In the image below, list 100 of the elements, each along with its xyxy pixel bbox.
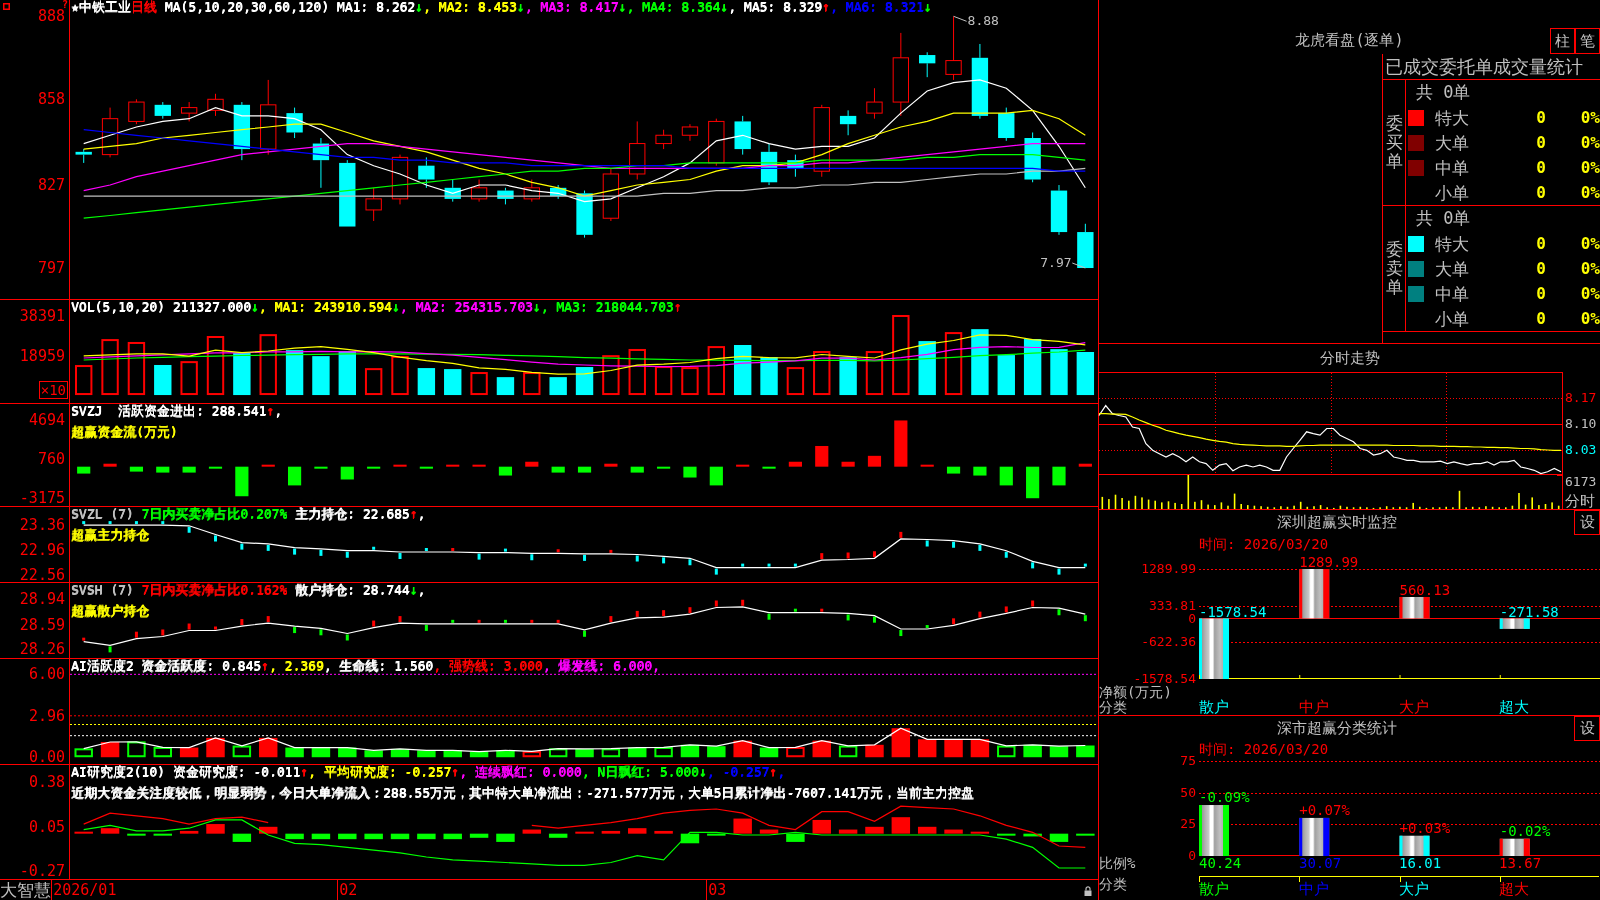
candlestick [602, 167, 620, 222]
value-label: -271.58 [1499, 604, 1559, 619]
legend-text: 日线 [130, 0, 157, 14]
panel-title: 分时走势 [1318, 348, 1381, 369]
period-label: 分时 [1564, 493, 1595, 509]
category-label: 超大 [1499, 882, 1529, 897]
order-percent: 0% [1579, 183, 1600, 202]
price-axis-label: 8.10 [1565, 416, 1597, 431]
legend-text: , 平均研究度: -0.257 [308, 765, 452, 779]
axis-label: 1289.99 [1141, 563, 1196, 575]
net-amount-bar [1499, 618, 1530, 629]
legend-text: , MA4: 8.364 [626, 0, 721, 14]
panel-title: 深圳超赢实时监控 [1275, 512, 1398, 533]
legend-text: , MA6: 8.321 [829, 0, 924, 14]
axis-label: 0.00 [28, 749, 65, 765]
axis-label: 0 [1188, 612, 1196, 625]
legend-text: , MA1: 243910.594 [258, 300, 392, 314]
candlestick [444, 179, 461, 203]
candlestick [760, 143, 778, 186]
legend-text: SVZL (7) [71, 507, 134, 521]
chart-subtitle: 时间: 2026/03/20 [1198, 535, 1330, 553]
axis-label: 23.36 [19, 517, 65, 532]
date-label: 2026/01 [51, 880, 117, 900]
legend-text: 近期大资金关注度较低，明显弱势，今日大单净流入：288.55万元，其中特大单净流出：-271.577万元，大单5日累计净出-7607.141万元，当前主力控盘 [71, 786, 974, 800]
leader-line [1071, 262, 1086, 269]
axis-label: -0.27 [19, 863, 65, 879]
view-button[interactable]: 笔 [1575, 28, 1600, 54]
chart-subtitle: 时间: 2026/03/20 [1198, 741, 1330, 758]
axis-label: 888 [37, 8, 65, 24]
settings-button[interactable]: 设 [1574, 510, 1600, 535]
view-button[interactable]: 柱 [1550, 28, 1575, 54]
value-label: -1578.54 [1199, 604, 1267, 619]
lock-icon [1084, 886, 1092, 896]
candlestick [576, 190, 593, 239]
square-icon [3, 3, 10, 10]
legend-text: , MA3: 8.417 [524, 0, 619, 14]
axis-title: 分类 [1099, 700, 1127, 715]
legend-text: 散户持仓: 28.744 [287, 583, 410, 597]
candlestick [286, 107, 303, 139]
candlestick [998, 107, 1015, 142]
legend-text: , 强势线: 3.000 [433, 659, 543, 673]
candlestick [1077, 223, 1094, 269]
legend-text: ★中铁工业 [71, 0, 131, 14]
axis-label: 28.26 [19, 641, 65, 657]
category-label: 大户 [1399, 882, 1429, 897]
leader-line [953, 15, 968, 22]
candlestick [839, 109, 857, 136]
value-label: 30.07 [1299, 856, 1342, 871]
axis-label: 760 [37, 451, 65, 467]
axis-label: -1578.54 [1133, 673, 1196, 685]
order-total: 共 0单 [1415, 81, 1472, 104]
value-label: 40.24 [1199, 856, 1242, 871]
axis-label: 50 [1180, 786, 1196, 799]
axis-label: 25 [1180, 818, 1196, 831]
settings-button[interactable]: 设 [1574, 716, 1600, 741]
legend-text: , MA2: 8.453 [422, 0, 517, 14]
group-label: 委卖单 [1385, 240, 1403, 297]
legend-text: , MA5: 8.329 [728, 0, 823, 14]
legend-text: 超赢主力持仓 [71, 528, 149, 542]
legend-text: AI研究度2(10) 资金研究度: -0.011 [71, 765, 301, 779]
legend-text: , MA2: 254315.703 [399, 300, 533, 314]
candlestick [919, 51, 936, 78]
order-size-label: 特大 [1434, 233, 1470, 254]
candlestick [365, 187, 382, 222]
table-title: 已成交委托单成交量统计 [1383, 54, 1600, 80]
axis-label: 18959 [19, 348, 65, 364]
legend-text: AI活跃度2 资金活跃度: 0.845 [71, 659, 262, 673]
value-label: 16.01 [1399, 856, 1442, 871]
category-label: 散户 [1199, 882, 1229, 897]
candlestick [391, 154, 409, 205]
legend-text: , 生命线: 1.560 [323, 659, 434, 673]
category-label: 散户 [1199, 700, 1229, 715]
multiplier-label: ×10 [38, 381, 68, 399]
legend-text: VOL(5,10,20) 211327.000 [71, 300, 251, 314]
order-count: 0 [1535, 158, 1547, 177]
axis-label: 38391 [19, 308, 65, 324]
volume-axis-label: 6173 [1564, 475, 1597, 489]
axis-label: 0.38 [28, 774, 65, 789]
price-axis-label: 8.03 [1565, 442, 1597, 457]
candlestick [312, 137, 330, 189]
value-label: 560.13 [1399, 583, 1451, 597]
date-label: 02 [337, 880, 358, 900]
price-annotation: 8.88 [967, 14, 999, 29]
legend-text: 超赢资金流(万元) [71, 425, 178, 439]
legend-text: 主力持仓: 22.685 [287, 507, 410, 521]
net-amount-bar [1299, 569, 1330, 619]
change-label: +0.03% [1399, 820, 1451, 835]
candlestick [787, 154, 804, 178]
legend-text: , 连续飘红: 0.000 [459, 765, 582, 779]
candlestick [734, 115, 751, 156]
order-percent: 0% [1579, 259, 1600, 278]
price-axis-label: 8.17 [1565, 390, 1597, 405]
axis-label: 6.00 [28, 666, 65, 682]
value-label: 1289.99 [1299, 555, 1359, 569]
order-percent: 0% [1579, 309, 1600, 328]
order-size-label: 特大 [1434, 107, 1470, 128]
order-percent: 0% [1579, 284, 1600, 303]
panel-title: 龙虎看盘(逐单) [1294, 30, 1405, 51]
axis-label: 2.96 [28, 708, 65, 724]
category-label: 中户 [1299, 700, 1329, 715]
